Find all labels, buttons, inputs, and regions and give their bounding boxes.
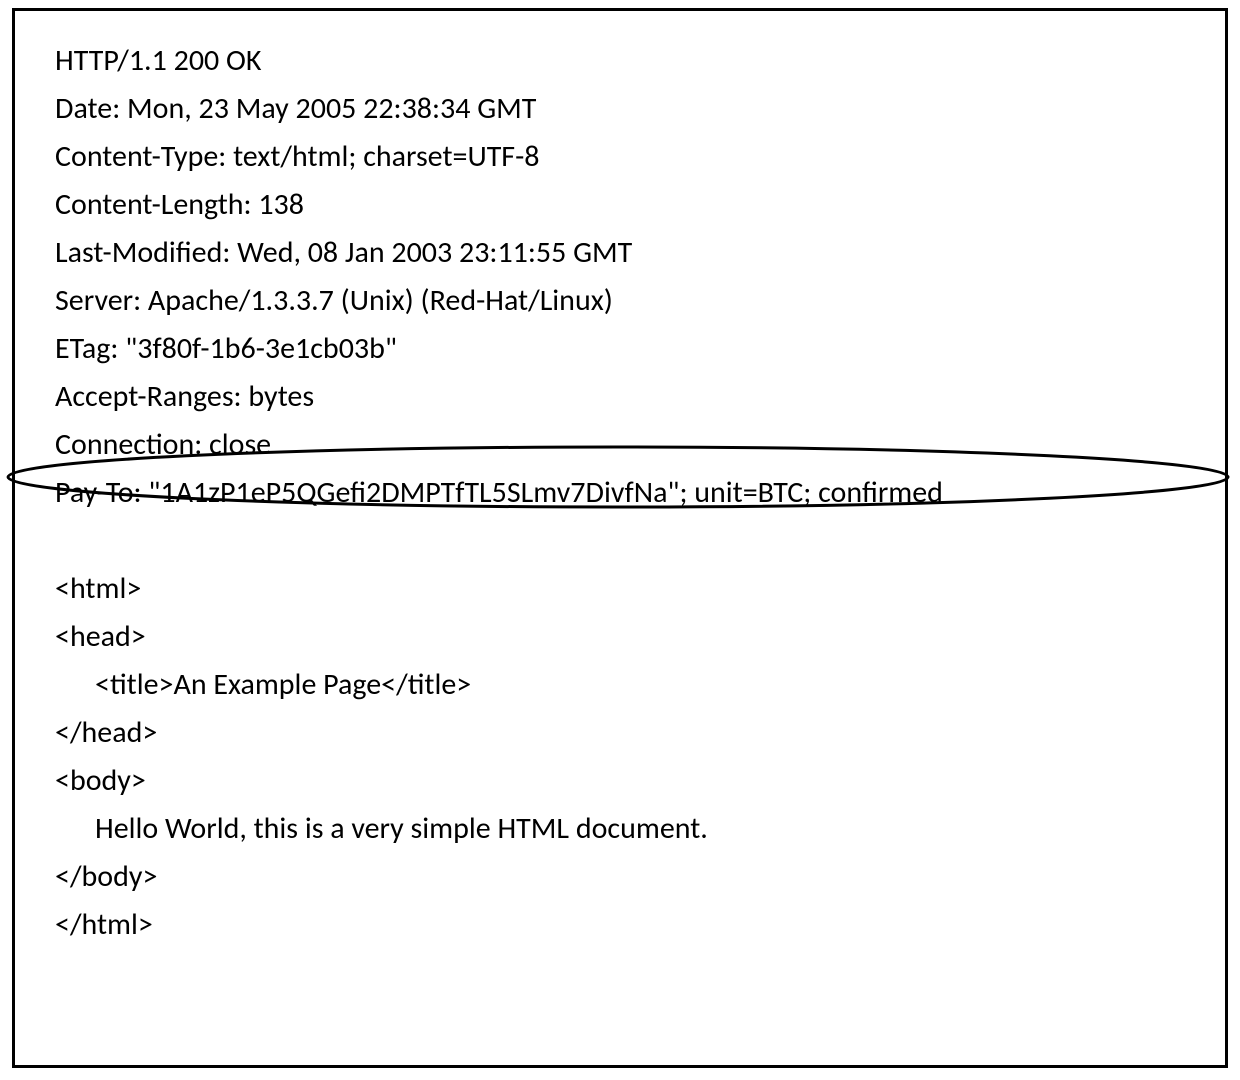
- body-body-open: <body>: [55, 757, 1205, 805]
- header-accept-ranges: Accept-Ranges: bytes: [55, 373, 1205, 421]
- header-content-length: Content-Length: 138: [55, 181, 1205, 229]
- body-html-open: <html>: [55, 565, 1205, 613]
- header-last-modified: Last-Modified: Wed, 08 Jan 2003 23:11:55…: [55, 229, 1205, 277]
- status-line: HTTP/1.1 200 OK: [55, 37, 1205, 85]
- header-pay-to: Pay-To: "1A1zP1eP5QGefi2DMPTfTL5SLmv7Div…: [55, 469, 1205, 517]
- body-title: <title>An Example Page</title>: [55, 661, 1205, 709]
- header-content-type: Content-Type: text/html; charset=UTF-8: [55, 133, 1205, 181]
- body-head-open: <head>: [55, 613, 1205, 661]
- header-etag: ETag: "3f80f-1b6-3e1cb03b": [55, 325, 1205, 373]
- blank-line: [55, 517, 1205, 565]
- body-body-close: </body>: [55, 853, 1205, 901]
- header-server: Server: Apache/1.3.3.7 (Unix) (Red-Hat/L…: [55, 277, 1205, 325]
- header-connection: Connection: close: [55, 421, 1205, 469]
- body-html-close: </html>: [55, 901, 1205, 949]
- body-head-close: </head>: [55, 709, 1205, 757]
- http-response-box: HTTP/1.1 200 OK Date: Mon, 23 May 2005 2…: [12, 8, 1228, 1068]
- body-content: Hello World, this is a very simple HTML …: [55, 805, 1205, 853]
- header-date: Date: Mon, 23 May 2005 22:38:34 GMT: [55, 85, 1205, 133]
